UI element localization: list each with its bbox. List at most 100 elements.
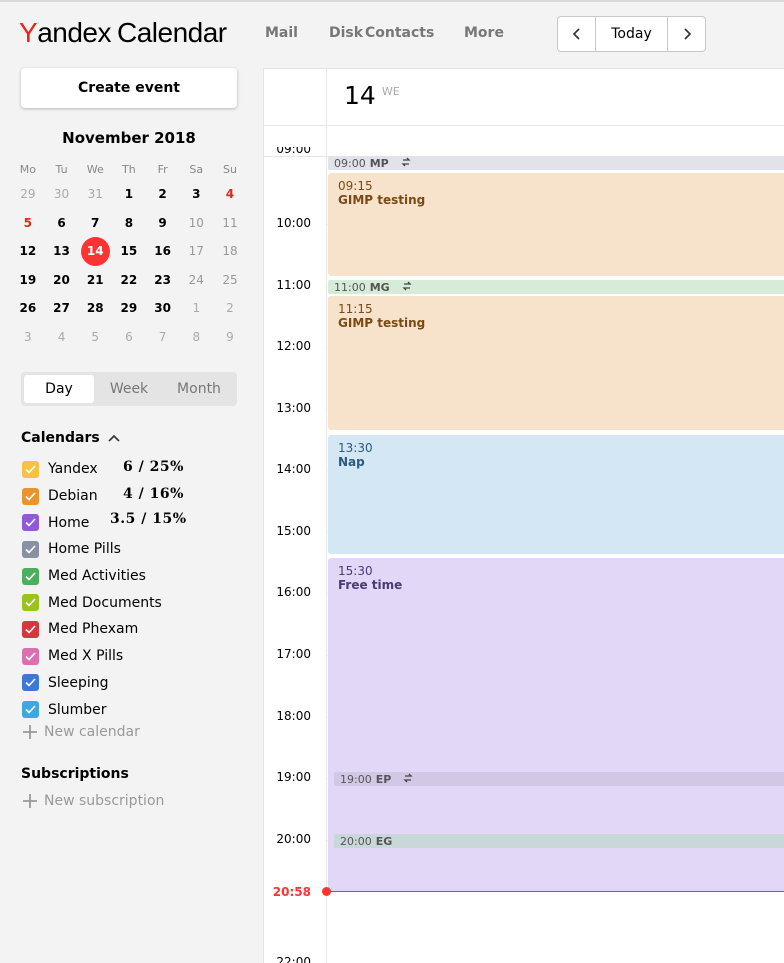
mini-day[interactable]: 13	[45, 237, 79, 266]
nav-mail-link[interactable]: Mail	[265, 25, 329, 41]
view-day-tab[interactable]: Day	[24, 375, 94, 403]
mini-day[interactable]: 8	[179, 323, 213, 352]
hour-label: 12:00	[276, 339, 311, 353]
mini-day[interactable]: 20	[45, 266, 79, 295]
mini-day[interactable]: 4	[213, 180, 247, 209]
next-day-button[interactable]	[667, 17, 705, 51]
mini-day[interactable]: 3	[179, 180, 213, 209]
repeat-icon	[402, 281, 412, 294]
create-event-button[interactable]: Create event	[21, 68, 237, 108]
checkbox-checked-icon[interactable]	[22, 701, 39, 719]
view-switcher: Day Week Month	[21, 372, 237, 406]
mini-calendar-title: November 2018	[62, 129, 196, 147]
mini-day[interactable]: 26	[11, 294, 45, 323]
mini-day[interactable]: 29	[112, 294, 146, 323]
mini-day[interactable]: 31	[78, 180, 112, 209]
checkbox-checked-icon[interactable]	[22, 540, 39, 558]
new-calendar-link[interactable]: New calendar	[22, 724, 140, 740]
event-title: GIMP testing	[338, 193, 426, 207]
mini-day[interactable]: 6	[45, 209, 79, 238]
mini-day[interactable]: 2	[146, 180, 180, 209]
event-block[interactable]: 13:30 Nap	[328, 435, 784, 554]
event-block[interactable]: 09:15 GIMP testing	[328, 173, 784, 276]
mini-day[interactable]: 7	[78, 209, 112, 238]
top-border	[0, 0, 784, 2]
mini-day[interactable]: 1	[179, 294, 213, 323]
mini-day[interactable]: 28	[78, 294, 112, 323]
mini-day[interactable]: 30	[146, 294, 180, 323]
prev-day-button[interactable]	[558, 17, 596, 51]
mini-day[interactable]: 21	[78, 266, 112, 295]
short-event-strip[interactable]: 11:00 MG	[328, 280, 784, 294]
calendar-item-med-phexam[interactable]: Med Phexam	[22, 616, 162, 643]
calendar-name: Sleeping	[48, 674, 109, 691]
mini-day[interactable]: 5	[11, 209, 45, 238]
weekday-label: Fr	[157, 162, 168, 176]
mini-day[interactable]: 2	[213, 294, 247, 323]
mini-day[interactable]: 22	[112, 266, 146, 295]
mini-day[interactable]: 12	[11, 237, 45, 266]
mini-day[interactable]: 9	[146, 209, 180, 238]
mini-day[interactable]: 16	[146, 237, 180, 266]
mini-day[interactable]: 11	[213, 209, 247, 238]
calendar-item-med-activities[interactable]: Med Activities	[22, 563, 162, 590]
mini-day[interactable]: 4	[45, 323, 79, 352]
calendar-name: Med Phexam	[48, 621, 139, 638]
checkbox-checked-icon[interactable]	[22, 567, 39, 585]
calendar-item-slumber[interactable]: Slumber	[22, 696, 162, 723]
new-subscription-link[interactable]: New subscription	[22, 793, 164, 809]
calendar-item-home-pills[interactable]: Home Pills	[22, 536, 162, 563]
calendar-item-med-x-pills[interactable]: Med X Pills	[22, 643, 162, 670]
short-event-strip[interactable]: 09:00 MP	[328, 156, 784, 170]
nav-more-link[interactable]: More	[464, 25, 504, 41]
mini-day[interactable]: 27	[45, 294, 79, 323]
short-event-strip[interactable]: 19:00 EP	[334, 772, 784, 786]
mini-day[interactable]: 8	[112, 209, 146, 238]
checkbox-checked-icon[interactable]	[22, 647, 39, 665]
mini-day[interactable]: 29	[11, 180, 45, 209]
strip-time: 19:00	[340, 772, 372, 786]
mini-day[interactable]: 19	[11, 266, 45, 295]
nav-contacts-link[interactable]: Contacts	[365, 25, 464, 41]
nav-disk-link[interactable]: Disk	[329, 25, 365, 41]
mini-day[interactable]: 10	[179, 209, 213, 238]
today-button[interactable]: Today	[596, 17, 667, 51]
mini-day[interactable]: 25	[213, 266, 247, 295]
strip-code: EP	[375, 772, 392, 786]
checkbox-checked-icon[interactable]	[22, 620, 39, 638]
calendar-item-med-documents[interactable]: Med Documents	[22, 589, 162, 616]
mini-day[interactable]: 1	[112, 180, 146, 209]
hour-label: 19:00	[276, 770, 311, 784]
view-month-tab[interactable]: Month	[164, 375, 234, 403]
checkbox-checked-icon[interactable]	[22, 594, 39, 612]
calendar-item-sleeping[interactable]: Sleeping	[22, 670, 162, 697]
checkbox-checked-icon[interactable]	[22, 460, 39, 478]
mini-day[interactable]: 7	[146, 323, 180, 352]
mini-calendar-week: 5 6 7 8 9 10 11	[11, 209, 247, 238]
mini-day[interactable]: 5	[78, 323, 112, 352]
new-calendar-label: New calendar	[44, 724, 140, 740]
mini-day[interactable]: 18	[213, 237, 247, 266]
calendars-section-toggle[interactable]: Calendars	[21, 430, 120, 446]
yandex-calendar-logo[interactable]: Yandex Calendar	[19, 17, 227, 49]
short-event-strip[interactable]: 20:00 EG	[334, 834, 784, 848]
mini-day[interactable]: 24	[179, 266, 213, 295]
checkbox-checked-icon[interactable]	[22, 514, 39, 532]
mini-day[interactable]: 23	[146, 266, 180, 295]
view-week-tab[interactable]: Week	[94, 375, 164, 403]
service-nav: Mail Disk Contacts More	[265, 25, 504, 41]
mini-day[interactable]: 9	[213, 323, 247, 352]
mini-day[interactable]: 6	[112, 323, 146, 352]
mini-day[interactable]: 3	[11, 323, 45, 352]
checkbox-checked-icon[interactable]	[22, 674, 39, 692]
event-block[interactable]: 11:15 GIMP testing	[328, 296, 784, 430]
day-number: 14	[344, 81, 376, 110]
weekday-label: Th	[122, 162, 136, 176]
mini-day[interactable]: 30	[45, 180, 79, 209]
mini-day-selected[interactable]: 14	[78, 236, 112, 266]
event-time: 15:30	[338, 564, 373, 578]
calendar-name: Med X Pills	[48, 648, 124, 665]
mini-day[interactable]: 17	[179, 237, 213, 266]
checkbox-checked-icon[interactable]	[22, 487, 39, 505]
mini-day[interactable]: 15	[112, 237, 146, 266]
